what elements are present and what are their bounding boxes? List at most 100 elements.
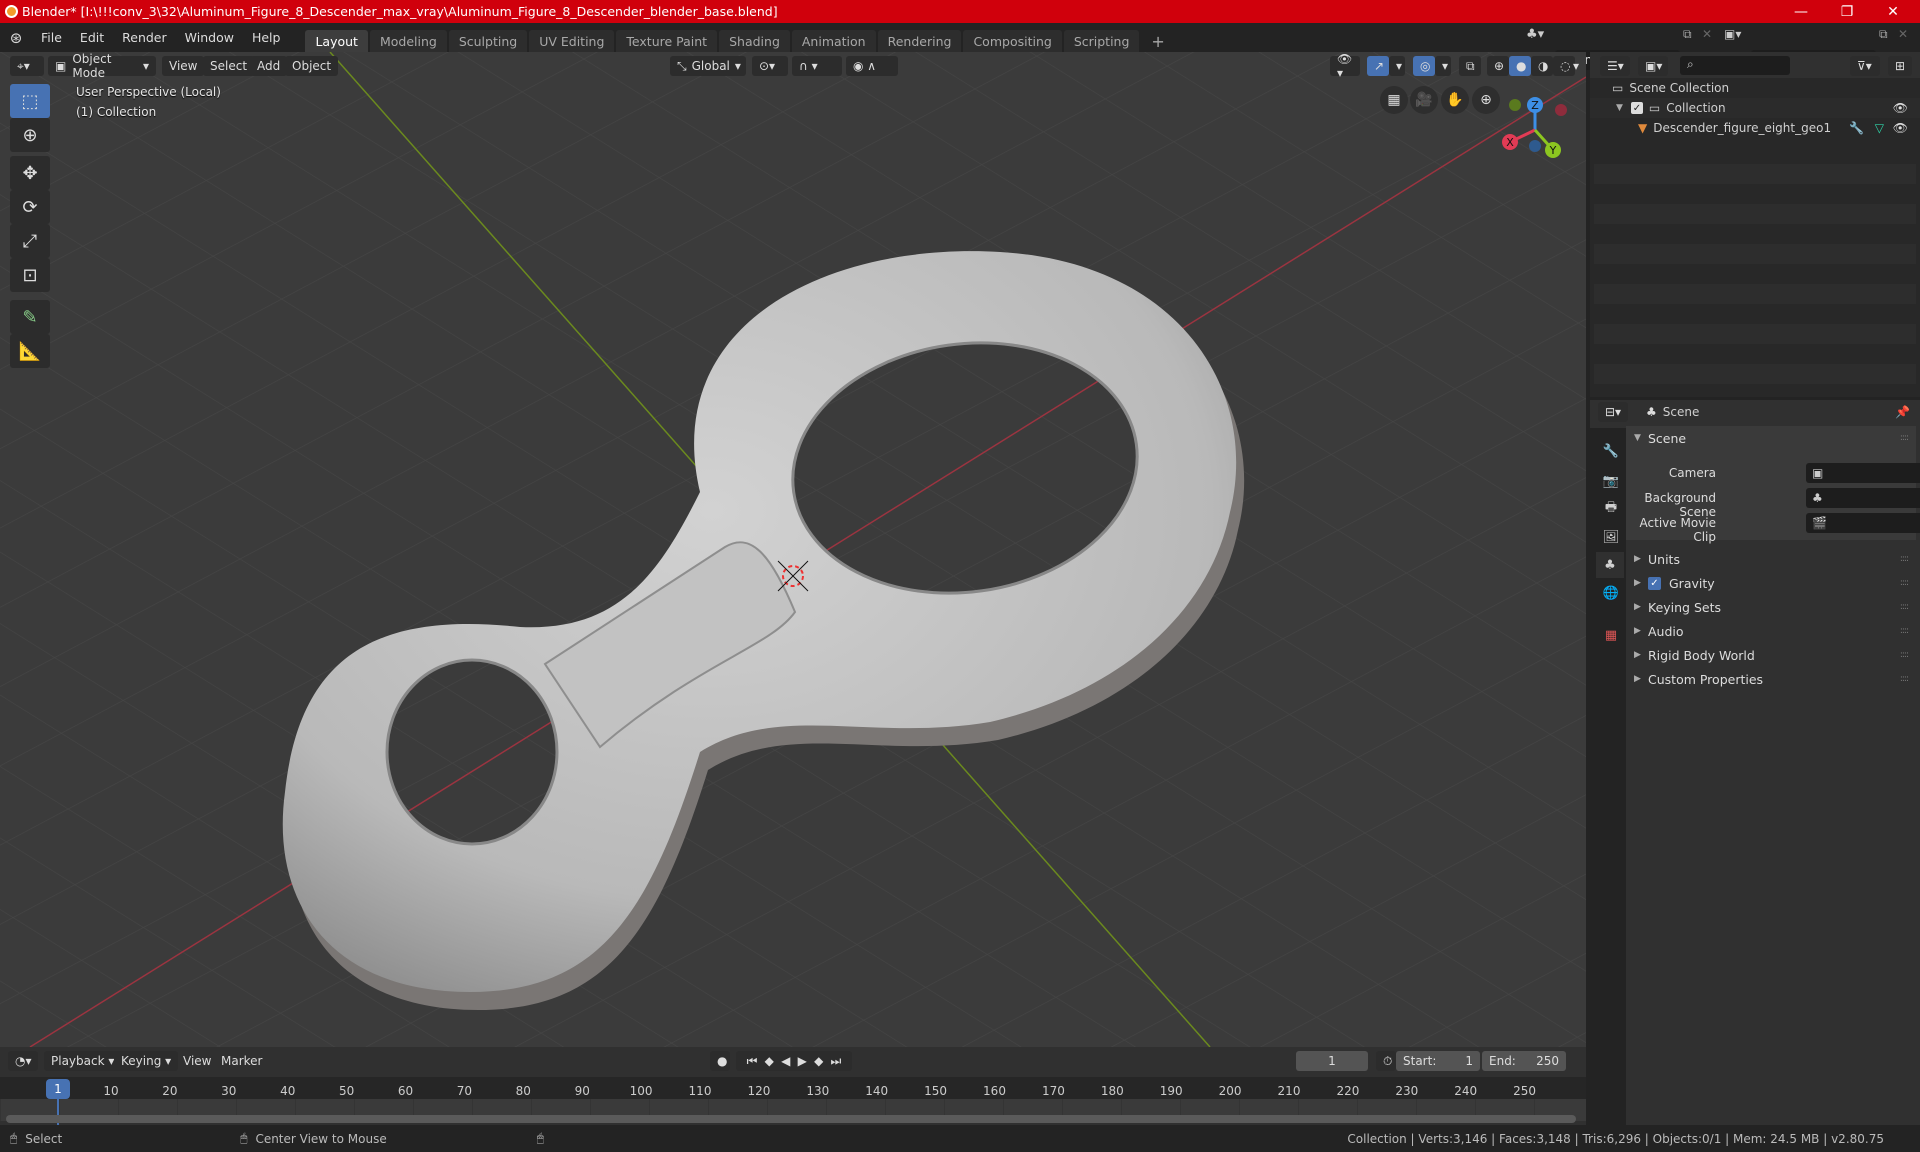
tab-scripting[interactable]: Scripting — [1063, 30, 1140, 52]
visibility-eye-icon[interactable]: 👁 — [1893, 101, 1908, 115]
modifier-wrench-icon[interactable]: 🔧 — [1849, 121, 1864, 135]
material-shading-button[interactable]: ◑ — [1531, 56, 1553, 76]
pivot-point-button[interactable]: ⊙▾ — [752, 56, 788, 76]
jump-start-icon[interactable]: ⏮ — [747, 1054, 758, 1069]
new-collection-button[interactable]: ⊞ — [1888, 56, 1912, 76]
visibility-eye-icon[interactable]: 👁 — [1893, 121, 1908, 135]
menu-help[interactable]: Help — [243, 30, 290, 45]
camera-field[interactable]: ▣✎ — [1806, 463, 1920, 483]
gizmo-neg-y[interactable] — [1509, 99, 1521, 111]
drag-handle-icon[interactable]: :::: — [1900, 602, 1909, 612]
view-layer-icon[interactable]: ▣▾ — [1724, 27, 1741, 41]
menu-view[interactable]: View — [176, 1051, 218, 1071]
wireframe-shading-button[interactable]: ⊕ — [1487, 56, 1509, 76]
transform-orientation-dropdown[interactable]: ⤡ Global ▾ — [670, 56, 746, 76]
maximize-button[interactable]: ❐ — [1824, 0, 1870, 23]
3d-viewport[interactable]: ⌖▾ ▣ Object Mode ▾ View Select Add Object … — [0, 52, 1586, 1047]
pin-icon[interactable]: 📌 — [1895, 405, 1910, 419]
cursor-tool[interactable]: ⊕ — [10, 118, 50, 152]
overlay-toggle[interactable]: ◎ — [1413, 56, 1435, 76]
menu-view[interactable]: View — [162, 56, 205, 76]
scene-selector-icon[interactable]: ♣▾ — [1526, 27, 1544, 42]
mesh-data-icon[interactable]: ▽ — [1875, 121, 1884, 135]
outliner-row-scene-collection[interactable]: ▭ Scene Collection — [1590, 78, 1920, 98]
section-rigid-body-world[interactable]: ▶ Rigid Body World:::: — [1626, 643, 1916, 667]
menu-edit[interactable]: Edit — [71, 30, 113, 45]
section-keying-sets[interactable]: ▶ Keying Sets:::: — [1626, 595, 1916, 619]
drag-handle-icon[interactable]: :::: — [1900, 578, 1909, 588]
drag-handle-icon[interactable]: :::: — [1900, 554, 1909, 564]
play-reverse-icon[interactable]: ◀ — [781, 1054, 790, 1068]
section-gravity[interactable]: ▶ ✓ Gravity:::: — [1626, 571, 1916, 595]
tab-render[interactable]: 📷 — [1598, 468, 1624, 494]
menu-add[interactable]: Add — [250, 56, 288, 76]
gizmo-neg-x[interactable] — [1555, 104, 1567, 116]
drag-handle-icon[interactable]: :::: — [1900, 626, 1909, 636]
delete-scene-icon[interactable]: ✕ — [1702, 27, 1712, 41]
playhead-label[interactable]: 1 — [46, 1079, 70, 1099]
blender-menu-icon[interactable]: ⊛ — [0, 29, 32, 47]
section-custom-properties[interactable]: ▶ Custom Properties:::: — [1626, 667, 1916, 691]
play-icon[interactable]: ▶ — [798, 1054, 807, 1068]
tab-world[interactable]: 🌐 — [1598, 580, 1624, 606]
scale-tool[interactable]: ⤢ — [10, 224, 50, 258]
camera-view-button[interactable]: 🎥 — [1410, 86, 1438, 114]
overlay-dropdown[interactable]: ▾ — [1435, 56, 1451, 76]
select-box-tool[interactable]: ⬚ — [10, 84, 50, 118]
pan-view-button[interactable]: ✋ — [1441, 86, 1469, 114]
menu-object[interactable]: Object — [285, 56, 339, 76]
selectability-button[interactable]: 👁▾ — [1330, 52, 1360, 80]
xray-toggle[interactable]: ⧉ — [1459, 56, 1481, 76]
tab-animation[interactable]: Animation — [791, 30, 876, 52]
tab-texture[interactable]: ▦ — [1598, 622, 1624, 648]
rotate-tool[interactable]: ⟳ — [10, 190, 50, 224]
gizmo-neg-z[interactable] — [1529, 140, 1541, 152]
minimize-button[interactable]: — — [1778, 0, 1824, 23]
add-workspace-button[interactable]: + — [1141, 30, 1174, 52]
tab-compositing[interactable]: Compositing — [963, 30, 1062, 52]
tab-texture-paint[interactable]: Texture Paint — [616, 30, 718, 52]
menu-keying[interactable]: Keying ▾ — [114, 1051, 179, 1071]
outliner-row-object[interactable]: ▼ Descender_figure_eight_geo1 🔧 ▽ 👁 — [1590, 118, 1920, 138]
gizmo-toggle[interactable]: ↗ — [1367, 56, 1389, 76]
shading-dropdown[interactable]: ▾ — [1566, 56, 1584, 76]
tab-rendering[interactable]: Rendering — [877, 30, 962, 52]
display-mode-button[interactable]: ▣▾ — [1638, 56, 1668, 76]
start-frame-field[interactable]: Start: 1 — [1396, 1051, 1480, 1071]
delete-view-layer-icon[interactable]: ✕ — [1898, 27, 1908, 41]
gravity-checkbox[interactable]: ✓ — [1648, 576, 1661, 590]
outliner-search-input[interactable] — [1680, 56, 1790, 75]
end-frame-field[interactable]: End: 250 — [1482, 1051, 1566, 1071]
menu-render[interactable]: Render — [113, 30, 176, 45]
navigation-gizmo[interactable]: Z X Y — [1495, 90, 1575, 170]
new-view-layer-icon[interactable]: ⧉ — [1879, 27, 1888, 42]
gizmo-dropdown[interactable]: ▾ — [1389, 56, 1405, 76]
tab-tool[interactable]: 🔧 — [1598, 438, 1624, 464]
next-keyframe-icon[interactable]: ◆ — [814, 1054, 823, 1068]
prev-keyframe-icon[interactable]: ◆ — [765, 1054, 774, 1068]
jump-end-icon[interactable]: ⏭ — [831, 1054, 842, 1069]
outliner-editor-type-button[interactable]: ☰▾ — [1600, 56, 1630, 76]
properties-editor-type-button[interactable]: ⊟▾ — [1598, 402, 1628, 422]
timeline-scrollbar[interactable] — [6, 1115, 1576, 1123]
move-tool[interactable]: ✥ — [10, 156, 50, 190]
tab-modeling[interactable]: Modeling — [369, 30, 447, 52]
section-units[interactable]: ▶ Units:::: — [1626, 547, 1916, 571]
editor-type-button[interactable]: ⌖▾ — [10, 56, 44, 76]
measure-tool[interactable]: 📐 — [10, 334, 50, 368]
tab-uv-editing[interactable]: UV Editing — [529, 30, 615, 52]
menu-marker[interactable]: Marker — [214, 1051, 269, 1071]
close-button[interactable]: ✕ — [1870, 0, 1916, 23]
collection-checkbox[interactable]: ✓ — [1630, 102, 1643, 114]
section-scene-header[interactable]: ▼ Scene:::: — [1626, 426, 1916, 450]
tab-scene[interactable]: ♣ — [1596, 552, 1624, 578]
new-scene-icon[interactable]: ⧉ — [1683, 27, 1692, 42]
tab-output[interactable]: 🖶 — [1598, 496, 1624, 522]
menu-file[interactable]: File — [32, 30, 71, 45]
drag-handle-icon[interactable]: :::: — [1900, 433, 1909, 443]
menu-playback[interactable]: Playback ▾ — [44, 1051, 122, 1071]
section-audio[interactable]: ▶ Audio:::: — [1626, 619, 1916, 643]
active-movie-clip-field[interactable]: 🎬 — [1806, 513, 1920, 533]
tab-sculpting[interactable]: Sculpting — [448, 30, 528, 52]
annotate-tool[interactable]: ✎ — [10, 300, 50, 334]
